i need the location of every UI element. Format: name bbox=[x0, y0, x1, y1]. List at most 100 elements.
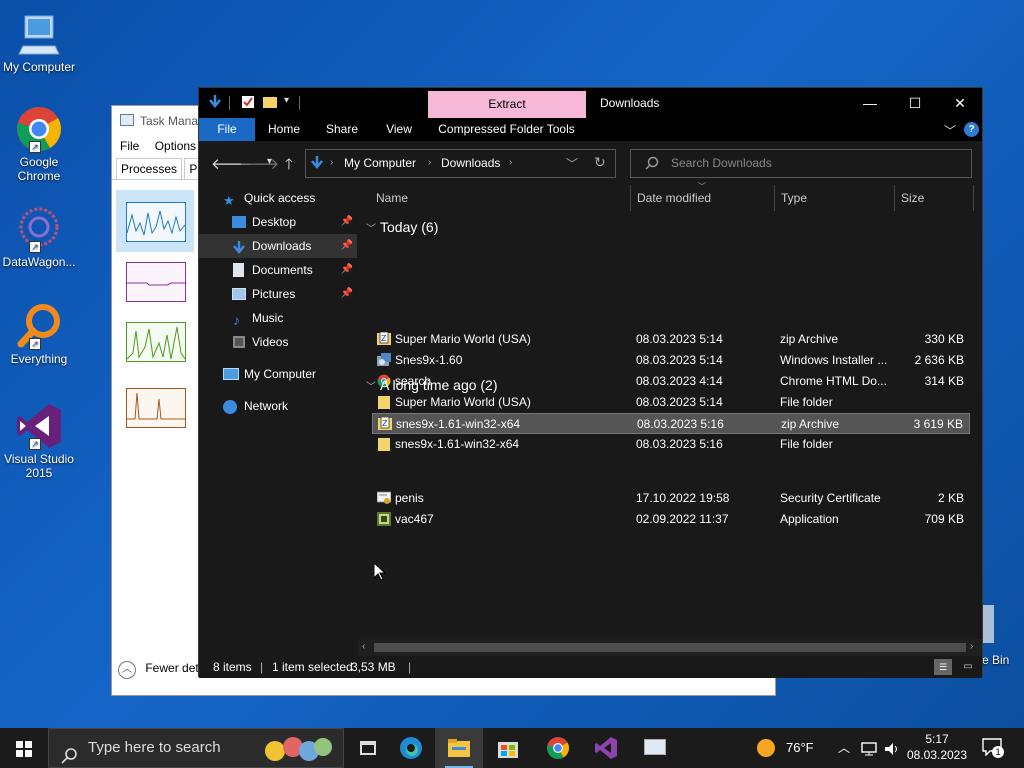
details-view-button[interactable]: ☰ bbox=[934, 659, 952, 675]
table-row[interactable]: vac467 02.09.2022 11:37 Application 709 … bbox=[372, 509, 970, 530]
taskbar-search-input[interactable]: Type here to search bbox=[48, 728, 344, 768]
desktop-icon-google-chrome[interactable]: ↗ Google Chrome bbox=[0, 105, 78, 183]
file-type: Application bbox=[780, 512, 839, 526]
qa-dropdown-icon[interactable]: ▾ bbox=[284, 95, 289, 106]
taskbar-app-visual-studio[interactable] bbox=[582, 728, 630, 768]
file-list[interactable]: Name Date modified ﹀ Type Size ﹀ Today (6… bbox=[358, 182, 982, 656]
ribbon-tabs: File Home Share View Compressed Folder T… bbox=[199, 118, 982, 141]
pin-icon[interactable]: 📌 bbox=[341, 234, 353, 258]
ribbon-tab-view[interactable]: View bbox=[375, 118, 423, 141]
file-type: Security Certificate bbox=[780, 491, 881, 505]
fewer-details-link[interactable]: ︿ Fewer det bbox=[118, 661, 199, 679]
breadcrumb-chevron-icon[interactable]: › bbox=[428, 157, 431, 168]
ribbon-expand-icon[interactable]: ﹀ bbox=[944, 122, 956, 139]
desktop-icon-recycle-bin[interactable]: e Bin bbox=[982, 605, 1024, 667]
menu-file[interactable]: File bbox=[120, 139, 139, 153]
taskbar-app-task-manager[interactable] bbox=[631, 728, 679, 768]
table-row[interactable]: snes9x-1.61-win32-x64 08.03.2023 5:16 Fi… bbox=[372, 434, 970, 455]
menu-options[interactable]: Options bbox=[155, 139, 196, 153]
volume-icon[interactable] bbox=[884, 728, 900, 768]
column-separator[interactable] bbox=[894, 185, 895, 211]
large-icons-view-button[interactable]: ▭ bbox=[959, 659, 977, 675]
column-separator[interactable] bbox=[973, 185, 974, 211]
table-row[interactable]: Super Mario World (USA) 08.03.2023 5:14 … bbox=[372, 392, 970, 413]
breadcrumb-downloads[interactable]: Downloads bbox=[441, 156, 500, 170]
pin-icon[interactable]: 📌 bbox=[341, 210, 353, 234]
breadcrumb-chevron-icon[interactable]: › bbox=[330, 157, 333, 168]
scroll-right-icon[interactable]: › bbox=[970, 641, 973, 652]
weather-icon[interactable] bbox=[757, 739, 775, 757]
group-header-long-time-ago[interactable]: ﹀ A long time ago (2) bbox=[366, 377, 498, 393]
show-hidden-icons-chevron-icon[interactable]: ︿ bbox=[838, 728, 850, 768]
tab-processes[interactable]: Processes bbox=[116, 158, 183, 179]
recent-locations-icon[interactable]: ▾ bbox=[267, 156, 272, 167]
maximize-button[interactable]: ☐ bbox=[892, 88, 938, 118]
start-button[interactable] bbox=[0, 728, 48, 768]
search-input[interactable]: Search Downloads bbox=[630, 149, 972, 178]
memory-graph[interactable] bbox=[126, 262, 186, 302]
desktop-icon-visual-studio[interactable]: ↗ Visual Studio 2015 bbox=[0, 402, 78, 480]
sidebar-item-downloads[interactable]: Downloads 📌 bbox=[199, 234, 357, 258]
table-row[interactable]: Snes9x-1.60 08.03.2023 5:14 Windows Inst… bbox=[372, 350, 970, 371]
desktop-icon-datawagon[interactable]: ↗ DataWagon... bbox=[0, 205, 78, 269]
sidebar-item-my-computer[interactable]: My Computer bbox=[199, 362, 357, 386]
column-separator[interactable] bbox=[774, 185, 775, 211]
explorer-title-bar[interactable]: ▾ Extract Downloads — ☐ ✕ bbox=[199, 88, 982, 118]
ribbon-tab-compressed-folder-tools[interactable]: Compressed Folder Tools bbox=[429, 118, 584, 141]
taskbar-app-store[interactable] bbox=[484, 728, 532, 768]
context-tab-extract[interactable]: Extract bbox=[428, 91, 586, 118]
new-folder-icon[interactable] bbox=[263, 95, 277, 109]
sidebar-item-desktop[interactable]: Desktop 📌 bbox=[199, 210, 357, 234]
forward-arrow-icon[interactable]: 🡒 bbox=[239, 154, 279, 173]
group-header-today[interactable]: ﹀ Today (6) bbox=[366, 219, 438, 235]
notification-center-button[interactable]: 1 bbox=[982, 738, 1004, 758]
sidebar-item-pictures[interactable]: Pictures 📌 bbox=[199, 282, 357, 306]
column-header-size[interactable]: Size bbox=[901, 183, 924, 213]
disk-graph[interactable] bbox=[126, 322, 186, 362]
sidebar-item-documents[interactable]: Documents 📌 bbox=[199, 258, 357, 282]
taskbar-app-file-explorer[interactable] bbox=[435, 728, 483, 768]
folder-icon bbox=[377, 437, 391, 451]
scroll-left-icon[interactable]: ‹ bbox=[362, 641, 365, 652]
pin-icon[interactable]: 📌 bbox=[341, 282, 353, 306]
breadcrumb-my-computer[interactable]: My Computer bbox=[344, 156, 416, 170]
sidebar-item-quick-access[interactable]: ★ Quick access bbox=[199, 186, 357, 210]
taskbar-app-chrome[interactable] bbox=[534, 728, 582, 768]
refresh-icon[interactable]: ↻ bbox=[594, 154, 606, 171]
file-size: 709 KB bbox=[924, 512, 964, 526]
sidebar-item-music[interactable]: ♪ Music bbox=[199, 306, 357, 330]
breadcrumb-chevron-icon[interactable]: › bbox=[509, 157, 512, 168]
pin-icon[interactable]: 📌 bbox=[341, 258, 353, 282]
table-row[interactable]: penis 17.10.2022 19:58 Security Certific… bbox=[372, 488, 970, 509]
cpu-graph[interactable] bbox=[126, 202, 186, 242]
network-graph[interactable] bbox=[126, 388, 186, 428]
help-icon[interactable]: ? bbox=[964, 122, 979, 137]
horizontal-scrollbar[interactable]: ‹ › bbox=[358, 639, 982, 656]
properties-icon[interactable] bbox=[241, 95, 255, 109]
status-item-count: 8 items bbox=[213, 660, 252, 674]
weather-temperature[interactable]: 76°F bbox=[786, 728, 814, 768]
up-arrow-icon[interactable]: 🡑 bbox=[285, 154, 293, 179]
desktop-icon-everything[interactable]: ↗ Everything bbox=[0, 302, 78, 366]
address-dropdown-icon[interactable]: ﹀ bbox=[566, 155, 578, 172]
task-view-button[interactable] bbox=[344, 728, 392, 768]
taskbar-app-edge[interactable] bbox=[387, 728, 435, 768]
address-bar[interactable]: › My Computer › Downloads › ﹀ ↻ bbox=[305, 149, 616, 178]
close-button[interactable]: ✕ bbox=[937, 88, 983, 118]
column-header-type[interactable]: Type bbox=[781, 183, 807, 213]
clock[interactable]: 5:17 08.03.2023 bbox=[905, 731, 969, 763]
ribbon-tab-home[interactable]: Home bbox=[259, 118, 309, 141]
sidebar-item-videos[interactable]: Videos bbox=[199, 330, 357, 354]
scrollbar-thumb[interactable] bbox=[374, 643, 966, 652]
sidebar-item-network[interactable]: Network bbox=[199, 394, 357, 418]
desktop-icon-my-computer[interactable]: My Computer bbox=[0, 10, 78, 74]
table-row-selected[interactable]: Z snes9x-1.61-win32-x64 08.03.2023 5:16 … bbox=[372, 413, 970, 434]
column-header-name[interactable]: Name bbox=[376, 183, 408, 213]
ribbon-tab-share[interactable]: Share bbox=[317, 118, 367, 141]
file-explorer-window[interactable]: ▾ Extract Downloads — ☐ ✕ File Home Shar… bbox=[198, 87, 983, 678]
table-row[interactable]: Z Super Mario World (USA) 08.03.2023 5:1… bbox=[372, 329, 970, 350]
ribbon-tab-file[interactable]: File bbox=[199, 118, 255, 141]
network-status-icon[interactable] bbox=[860, 728, 878, 768]
column-separator[interactable] bbox=[630, 185, 631, 211]
minimize-button[interactable]: — bbox=[847, 88, 893, 118]
